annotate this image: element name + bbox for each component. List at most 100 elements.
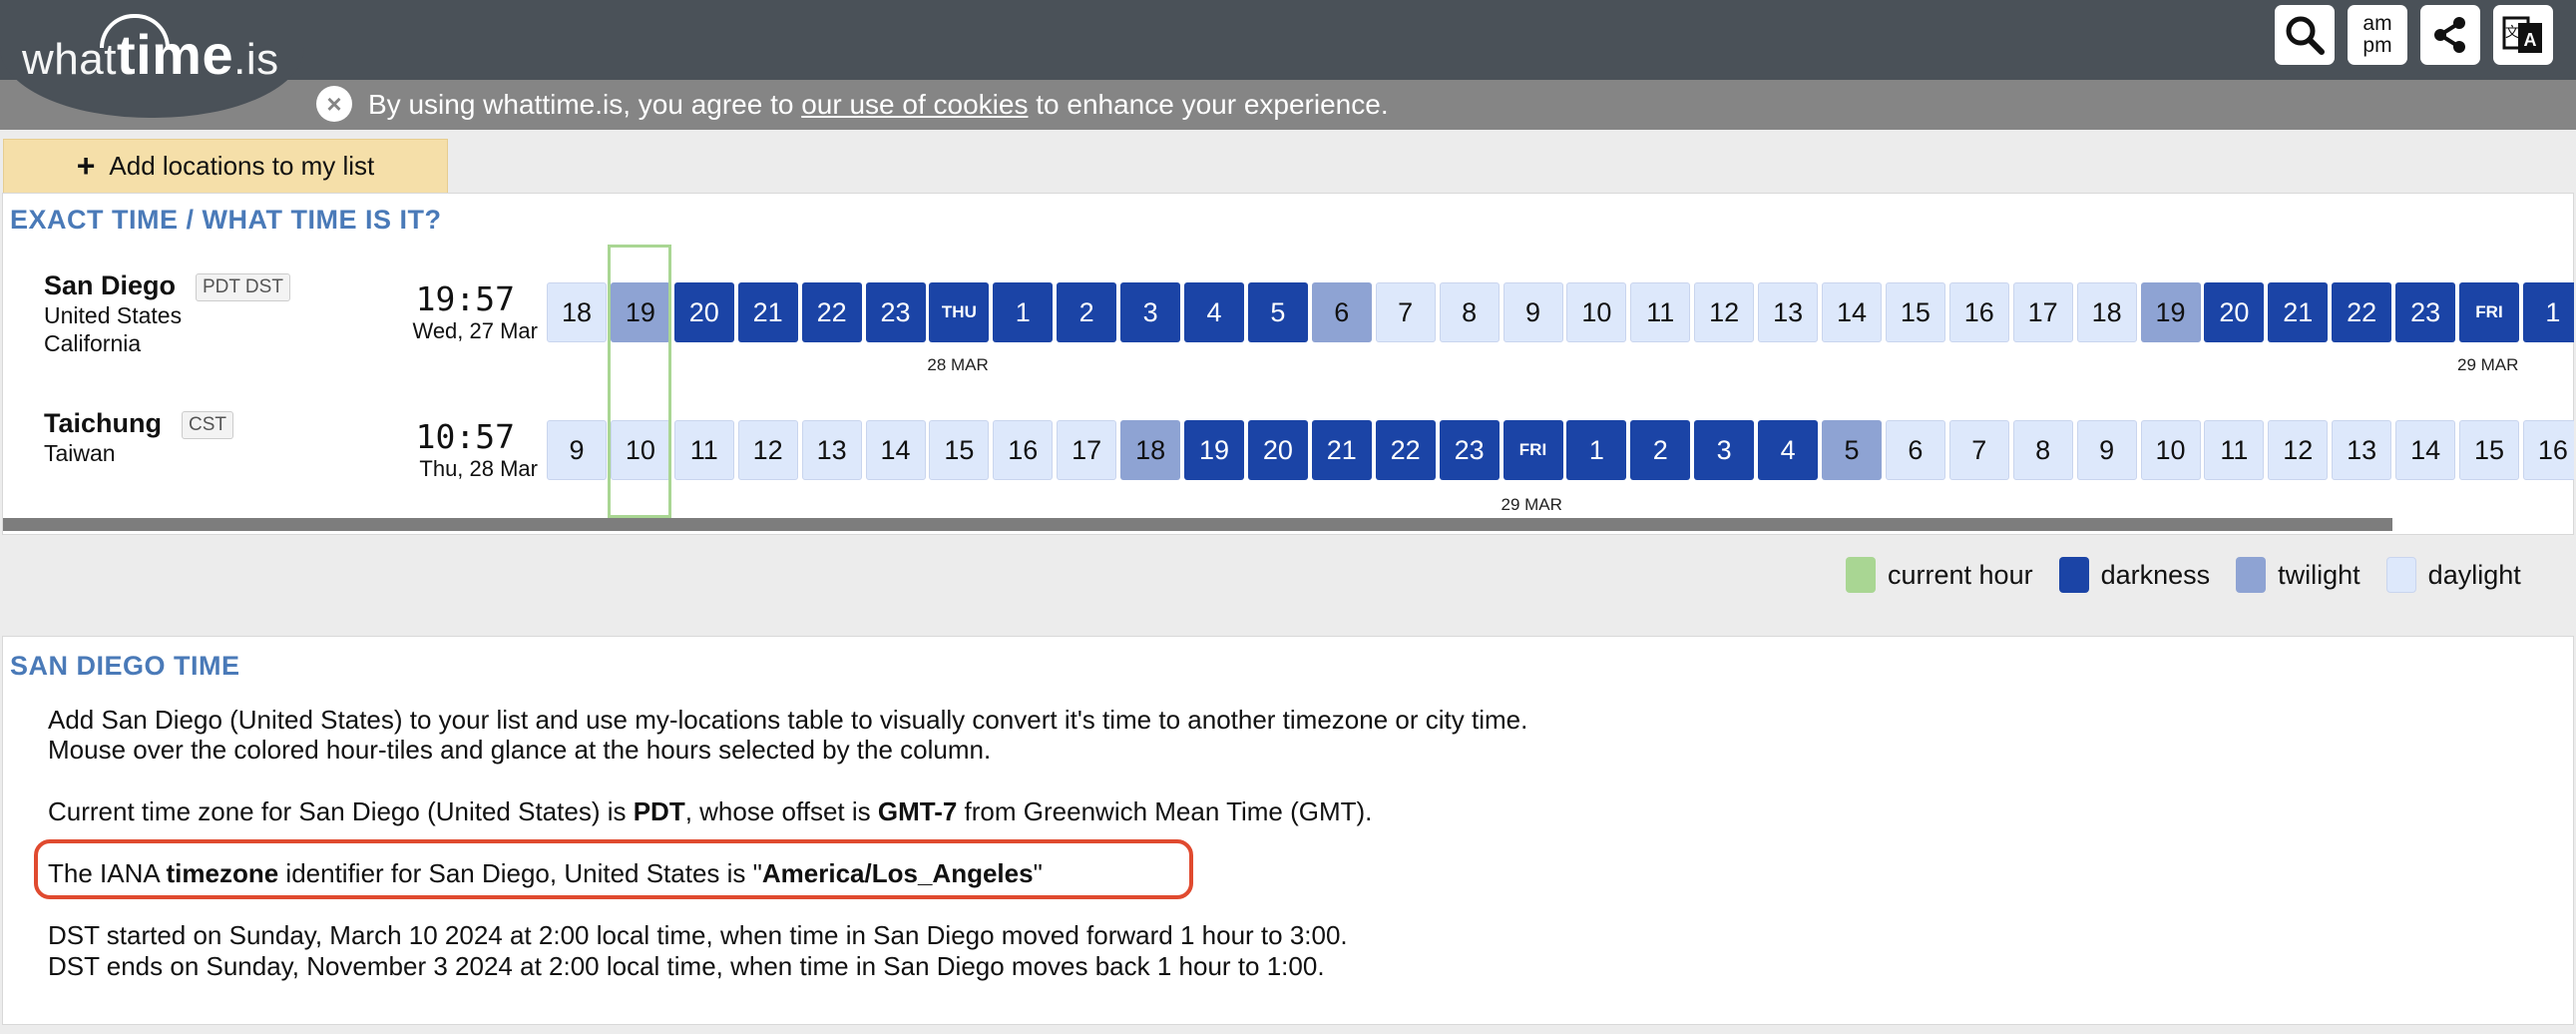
hour-tile[interactable]: 2 [1057, 282, 1117, 342]
paragraph: Mouse over the colored hour-tiles and gl… [48, 735, 992, 765]
hour-tile[interactable]: 8 [2012, 420, 2073, 480]
hour-tile[interactable]: 23 [2395, 282, 2456, 342]
hour-tile[interactable]: 17 [2012, 282, 2073, 342]
hour-tile[interactable]: 14 [865, 420, 926, 480]
hour-tile[interactable]: 22 [1375, 420, 1436, 480]
hour-tile[interactable]: 7 [1948, 420, 2009, 480]
hour-tile[interactable]: 10 [2140, 420, 2201, 480]
hour-tile[interactable]: 10 [1566, 282, 1627, 342]
hour-tile[interactable]: 5 [1822, 420, 1882, 480]
hour-tile[interactable]: 21 [737, 282, 798, 342]
hour-tile[interactable]: 8 [1439, 282, 1500, 342]
date-label: 29 MAR [1501, 495, 1562, 514]
hour-tile[interactable]: 12 [1694, 282, 1755, 342]
hour-tile[interactable]: 3 [1120, 282, 1181, 342]
hour-tile[interactable]: FRI [1503, 420, 1563, 480]
search-button[interactable] [2275, 5, 2335, 65]
timezone-badge: PDT DST [196, 273, 290, 301]
location-country: United States [44, 302, 183, 328]
hour-tile[interactable]: 11 [673, 420, 734, 480]
hour-tile[interactable]: 9 [1503, 282, 1563, 342]
hour-tile[interactable]: 16 [1948, 282, 2009, 342]
paragraph: DST started on Sunday, March 10 2024 at … [48, 920, 1348, 950]
hour-tile[interactable]: 7 [1375, 282, 1436, 342]
hour-tile[interactable]: 19 [1184, 420, 1244, 480]
hour-tile[interactable]: 13 [801, 420, 862, 480]
close-icon[interactable]: × [316, 86, 352, 122]
svg-text:A: A [2524, 30, 2537, 50]
hour-tile[interactable]: THU [929, 282, 990, 342]
legend-label: twilight [2278, 559, 2361, 590]
hour-tile[interactable]: FRI [2459, 282, 2519, 342]
hour-tile[interactable]: 18 [547, 282, 607, 342]
hour-tile[interactable]: 15 [2459, 420, 2519, 480]
hour-tile[interactable]: 20 [2204, 282, 2265, 342]
hour-tile[interactable]: 9 [547, 420, 607, 480]
hour-tile[interactable]: 19 [2140, 282, 2201, 342]
hour-tile[interactable]: 11 [1630, 282, 1691, 342]
plus-icon: + [76, 148, 96, 184]
hour-tile[interactable]: 21 [2268, 282, 2329, 342]
hour-tile[interactable]: 6 [1311, 282, 1372, 342]
ampm-pm-label: pm [2362, 34, 2392, 57]
hour-tile[interactable]: 20 [673, 282, 734, 342]
hour-tile[interactable]: 11 [2204, 420, 2265, 480]
search-icon [2286, 16, 2325, 55]
legend: current hour darkness twilight daylight [1846, 555, 2521, 595]
hour-tile[interactable]: 4 [1758, 420, 1819, 480]
hour-tile[interactable]: 12 [737, 420, 798, 480]
hour-tiles-row: 9 10 11 12 13 14 15 16 17 18 19 20 21 22 23 FRI 1 2 3 4 5 6 7 8… [547, 420, 2574, 480]
hour-tile[interactable]: 17 [1057, 420, 1117, 480]
hour-tile[interactable]: 5 [1247, 282, 1308, 342]
ampm-am-label: am [2362, 12, 2392, 35]
hour-tile[interactable]: 9 [2076, 420, 2137, 480]
hour-tile[interactable]: 20 [1247, 420, 1308, 480]
hour-tile[interactable]: 15 [929, 420, 990, 480]
legend-label: current hour [1888, 559, 2033, 590]
hour-tile[interactable]: 13 [2332, 420, 2392, 480]
location-name[interactable]: San Diego [44, 270, 176, 301]
hour-tile[interactable]: 21 [1311, 420, 1372, 480]
location-time: 19:57 [415, 279, 515, 318]
hour-tile[interactable]: 12 [2268, 420, 2329, 480]
hour-tile[interactable]: 1 [993, 282, 1054, 342]
location-name[interactable]: Taichung [44, 408, 162, 439]
ampm-toggle-button[interactable]: am pm [2348, 5, 2407, 65]
hour-tile[interactable]: 1 [1566, 420, 1627, 480]
logo-text: whattime.is [22, 23, 279, 86]
twilight-swatch [2236, 557, 2267, 593]
legend-label: daylight [2427, 559, 2521, 590]
hour-tile[interactable]: 13 [1758, 282, 1819, 342]
cookie-policy-link[interactable]: our use of cookies [801, 89, 1028, 120]
add-locations-button[interactable]: + Add locations to my list [3, 139, 448, 193]
date-label: 28 MAR [927, 355, 989, 374]
top-bar [0, 0, 2576, 80]
date-label: 29 MAR [2457, 355, 2519, 374]
hour-tile[interactable]: 23 [865, 282, 926, 342]
hour-tile[interactable]: 14 [2395, 420, 2456, 480]
hour-tile[interactable]: 14 [1822, 282, 1882, 342]
hour-tile[interactable]: 18 [2076, 282, 2137, 342]
horizontal-scrollbar[interactable] [3, 518, 2392, 531]
hour-tile[interactable]: 2 [1630, 420, 1691, 480]
hour-tile[interactable]: 3 [1694, 420, 1755, 480]
hour-tile[interactable]: 16 [2522, 420, 2574, 480]
hour-tile[interactable]: 4 [1184, 282, 1244, 342]
hour-tile[interactable]: 23 [1439, 420, 1500, 480]
hour-tile[interactable]: 15 [1885, 282, 1945, 342]
share-button[interactable] [2420, 5, 2480, 65]
panel-title: EXACT TIME / WHAT TIME IS IT? [10, 205, 442, 235]
location-date: Wed, 27 Mar [412, 318, 538, 343]
section-title: SAN DIEGO TIME [10, 651, 240, 681]
translate-button[interactable]: A文 [2493, 5, 2553, 65]
hour-tile[interactable]: 18 [1120, 420, 1181, 480]
hour-tile[interactable]: 1 [2522, 282, 2574, 342]
hour-tile[interactable]: 6 [1885, 420, 1945, 480]
add-locations-label: Add locations to my list [109, 151, 375, 181]
hour-tile[interactable]: 16 [993, 420, 1054, 480]
translate-icon: A文 [2502, 16, 2542, 53]
hour-tile[interactable]: 22 [801, 282, 862, 342]
location-time: 10:57 [415, 417, 515, 456]
daylight-swatch [2385, 557, 2416, 593]
hour-tile[interactable]: 22 [2332, 282, 2392, 342]
